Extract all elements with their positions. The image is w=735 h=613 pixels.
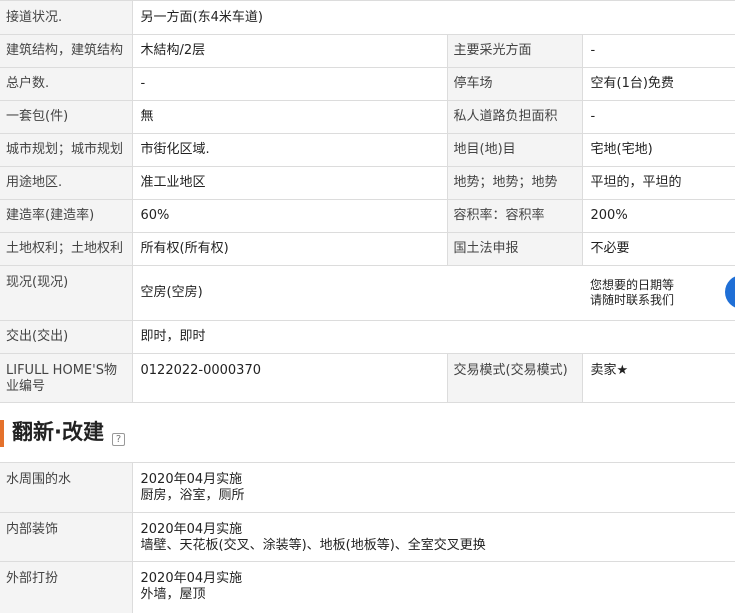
row-label: 一套包(件): [0, 100, 133, 134]
row-label: 建造率(建造率): [0, 199, 133, 233]
row-value: 空有(1台)免费: [582, 67, 735, 101]
row-value: 不必要: [582, 232, 735, 266]
row-value: 平坦的，平坦的: [582, 166, 735, 200]
table-row: LIFULL HOME'S物业编号 0122022-0000370 交易模式(交…: [0, 353, 735, 403]
row-label: 城市规划；城市规划: [0, 133, 133, 167]
table-row: 接道状况. 另一方面(东4米车道): [0, 0, 735, 35]
row-value: 無: [132, 100, 448, 134]
table-row: 一套包(件) 無 私人道路负担面积 -: [0, 100, 735, 134]
table-row: 建造率(建造率) 60% 容积率：容积率 200%: [0, 199, 735, 233]
row-value: 60%: [132, 199, 448, 233]
row-value: 0122022-0000370: [132, 353, 448, 403]
table-row: 城市规划；城市规划 市街化区域. 地目(地)目 宅地(宅地): [0, 133, 735, 167]
table-row: 外部打扮 2020年04月实施 外墙，屋顶: [0, 561, 735, 613]
row-label: 接道状况.: [0, 0, 133, 35]
row-label: 土地权利；土地权利: [0, 232, 133, 266]
row-value: 木結构/2层: [132, 34, 448, 68]
row-value: 空房(空房): [132, 265, 582, 321]
reform-date: 2020年04月实施: [140, 522, 243, 537]
row-label: 主要采光方面: [447, 34, 583, 68]
table-row: 交出(交出) 即时，即时: [0, 320, 735, 354]
row-label: 国土法申报: [447, 232, 583, 266]
inquiry-note: 您想要的日期等 请随时联系我们: [582, 265, 735, 321]
reform-date: 2020年04月实施: [140, 472, 243, 487]
row-label: 用途地区.: [0, 166, 133, 200]
reform-detail: 墙壁、天花板(交叉、涂装等)、地板(地板等)、全室交叉更换: [140, 538, 486, 553]
property-spec-table: 接道状况. 另一方面(东4米车道) 建筑结构，建筑结构 木結构/2层 主要采光方…: [0, 0, 735, 403]
row-label: 停车场: [447, 67, 583, 101]
row-value: 2020年04月实施 外墙，屋顶: [132, 561, 735, 613]
row-value: 另一方面(东4米车道): [132, 0, 735, 35]
row-value: 所有权(所有权): [132, 232, 448, 266]
table-row: 现况(现况) 空房(空房) 您想要的日期等 请随时联系我们: [0, 265, 735, 321]
row-label: 外部打扮: [0, 561, 133, 613]
table-row: 内部装饰 2020年04月实施 墙壁、天花板(交叉、涂装等)、地板(地板等)、全…: [0, 512, 735, 562]
section-heading: 翻新·改建 ?: [0, 411, 735, 455]
row-label: 现况(现况): [0, 265, 133, 321]
section-title: 翻新·改建: [12, 420, 104, 444]
row-label: 水周围的水: [0, 462, 133, 513]
heading-accent-bar: [0, 420, 4, 447]
row-value: 2020年04月实施 厨房，浴室，厕所: [132, 462, 735, 513]
row-value: 200%: [582, 199, 735, 233]
row-label: 总户数.: [0, 67, 133, 101]
table-row: 土地权利；土地权利 所有权(所有权) 国土法申报 不必要: [0, 232, 735, 266]
row-label: 地势；地势；地势: [447, 166, 583, 200]
row-value: 市街化区域.: [132, 133, 448, 167]
inquiry-line: 您想要的日期等: [590, 278, 675, 292]
row-label: 建筑结构，建筑结构: [0, 34, 133, 68]
reform-table: 水周围的水 2020年04月实施 厨房，浴室，厕所 内部装饰 2020年04月实…: [0, 462, 735, 613]
row-value: -: [132, 67, 448, 101]
inquiry-line: 请随时联系我们: [590, 293, 675, 307]
row-value: 宅地(宅地): [582, 133, 735, 167]
table-row: 水周围的水 2020年04月实施 厨房，浴室，厕所: [0, 462, 735, 513]
row-label: 交易模式(交易模式): [447, 353, 583, 403]
row-value: 准工业地区: [132, 166, 448, 200]
row-value: -: [582, 100, 735, 134]
row-value: 即时，即时: [132, 320, 735, 354]
row-label: 私人道路负担面积: [447, 100, 583, 134]
row-label: 内部装饰: [0, 512, 133, 562]
row-label: LIFULL HOME'S物业编号: [0, 353, 133, 403]
row-label: 容积率：容积率: [447, 199, 583, 233]
help-icon[interactable]: ?: [112, 433, 125, 446]
row-label: 交出(交出): [0, 320, 133, 354]
row-label: 地目(地)目: [447, 133, 583, 167]
reform-detail: 厨房，浴室，厕所: [140, 488, 245, 503]
reform-date: 2020年04月实施: [140, 571, 243, 586]
table-row: 总户数. - 停车场 空有(1台)免费: [0, 67, 735, 101]
table-row: 用途地区. 准工业地区 地势；地势；地势 平坦的，平坦的: [0, 166, 735, 200]
table-row: 建筑结构，建筑结构 木結构/2层 主要采光方面 -: [0, 34, 735, 68]
reform-detail: 外墙，屋顶: [140, 587, 206, 602]
row-value: -: [582, 34, 735, 68]
row-value: 卖家★: [582, 353, 735, 403]
row-value: 2020年04月实施 墙壁、天花板(交叉、涂装等)、地板(地板等)、全室交叉更换: [132, 512, 735, 562]
